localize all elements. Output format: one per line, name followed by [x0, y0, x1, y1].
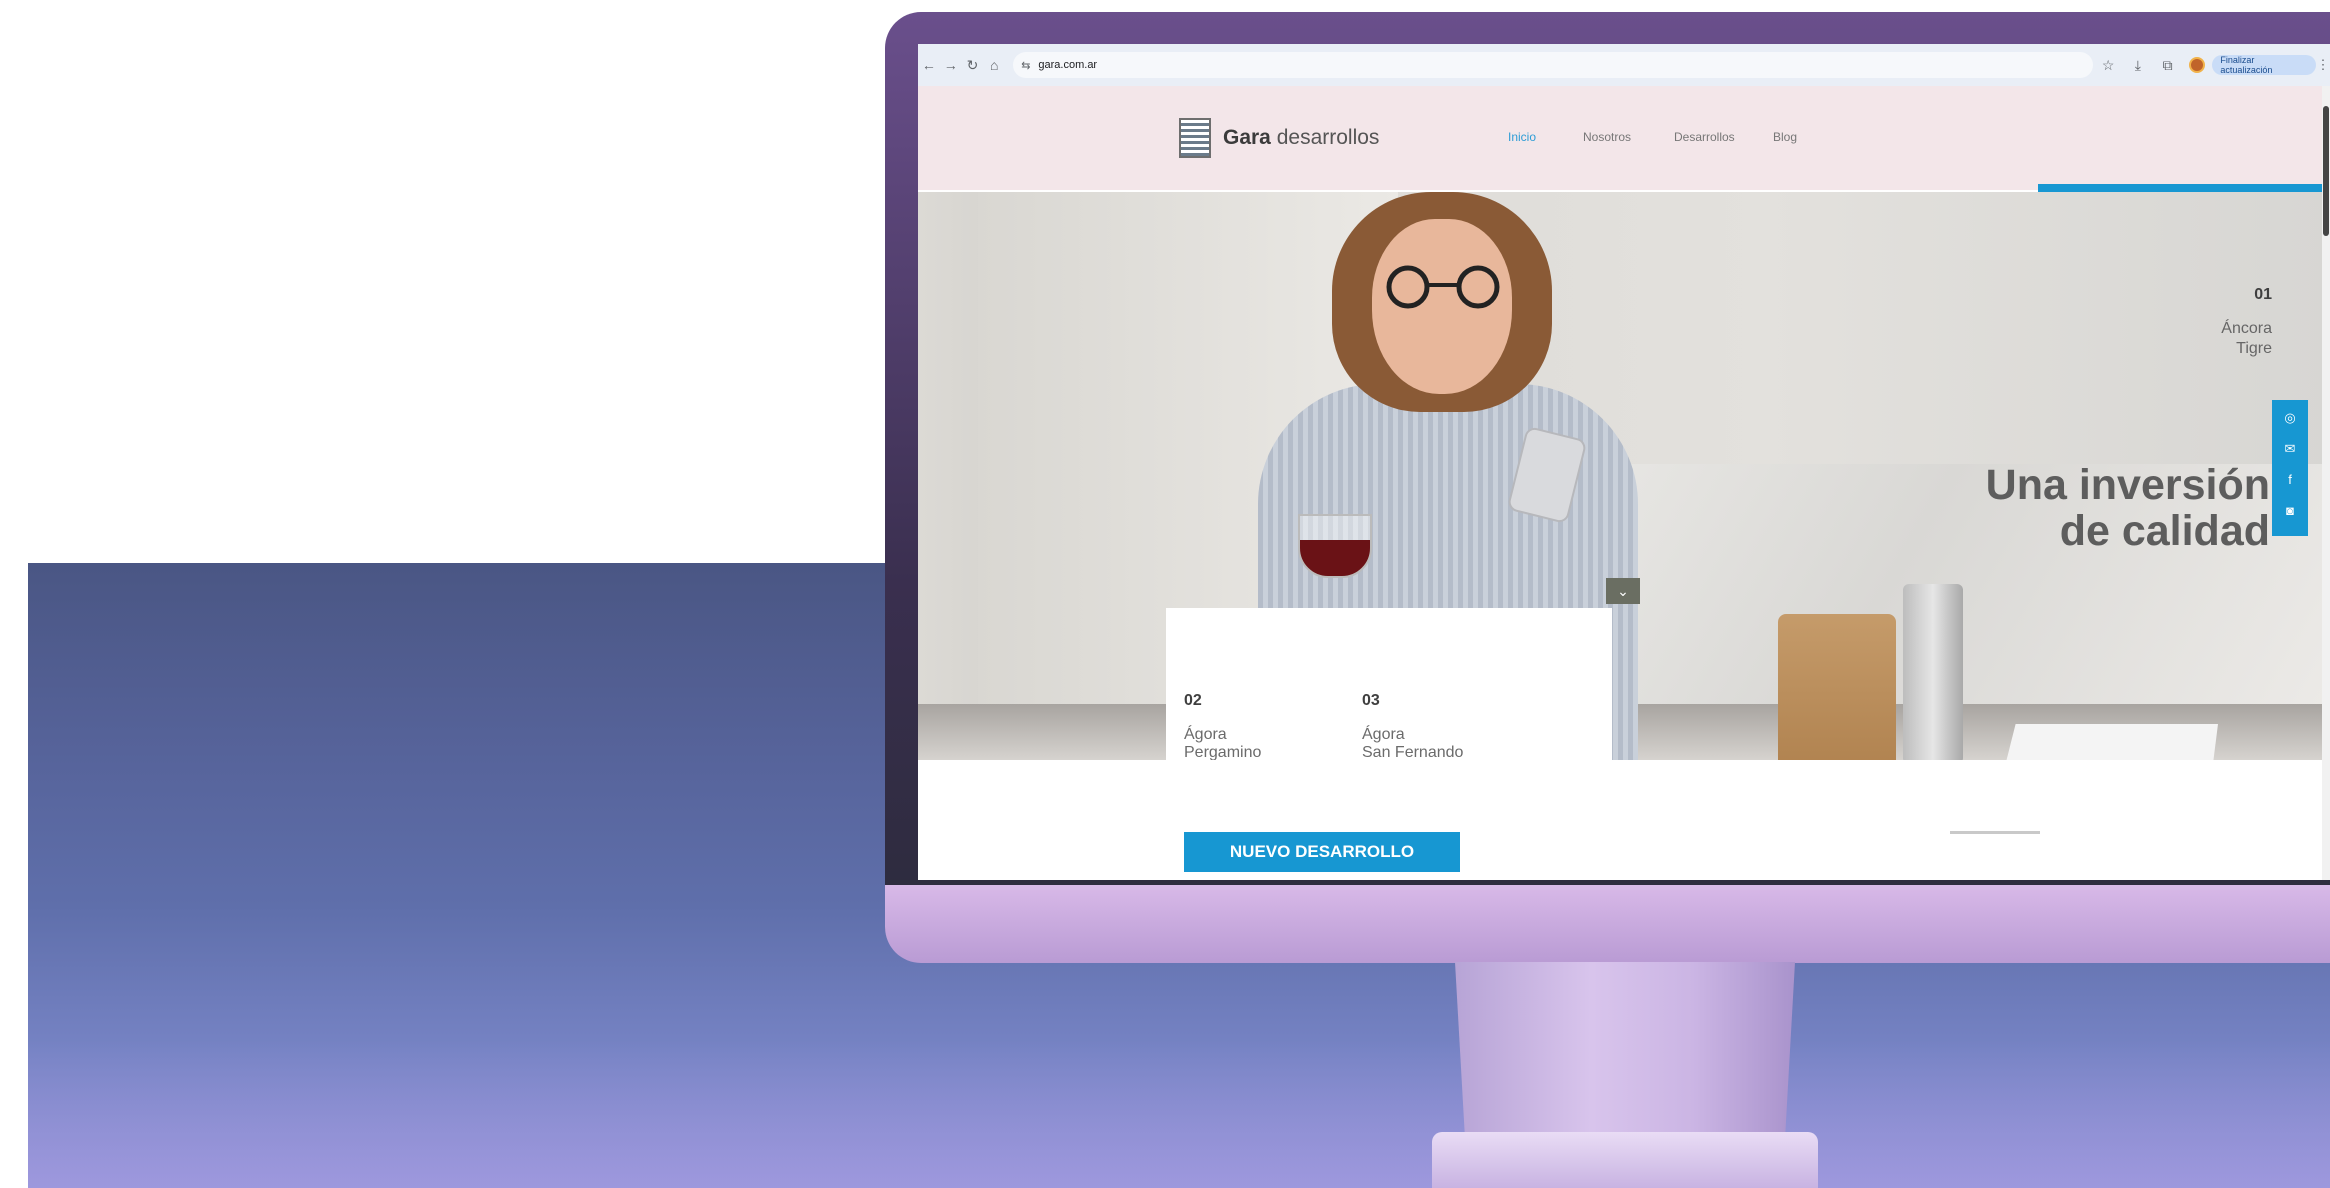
logo-light: desarrollos: [1270, 126, 1380, 149]
logo-bold: Gara: [1223, 126, 1271, 149]
update-button[interactable]: Finalizar actualización: [2212, 55, 2317, 75]
nav-item-desarrollos[interactable]: Desarrollos: [1674, 130, 1735, 144]
instagram-icon[interactable]: ◙: [2272, 497, 2308, 524]
glasses-icon: [1386, 265, 1500, 309]
profile-avatar[interactable]: [2189, 57, 2206, 73]
hero-title-line1: Una inversión: [1985, 461, 2270, 509]
download-icon[interactable]: ⤓: [2123, 57, 2153, 74]
mail-icon[interactable]: ✉: [2272, 435, 2308, 462]
nav-item-blog[interactable]: Blog: [1773, 130, 1797, 144]
forward-arrow-icon[interactable]: →: [940, 57, 962, 73]
home-icon[interactable]: ⌂: [983, 57, 1005, 73]
reload-icon[interactable]: ↻: [962, 57, 984, 74]
browser-toolbar: ← → ↻ ⌂ ⇆ gara.com.ar ☆ ⤓ ⧉ Finalizar ac…: [918, 44, 2330, 86]
logo[interactable]: Gara desarrollos: [1223, 126, 1379, 150]
slide-name[interactable]: Áncora: [2221, 320, 2272, 338]
hero-title: Una inversión de calidad: [1986, 462, 2270, 554]
logo-icon[interactable]: [1179, 118, 1211, 158]
kebab-menu-icon[interactable]: ⋮: [2316, 57, 2330, 73]
slide-location[interactable]: Tigre: [2236, 340, 2272, 358]
address-bar[interactable]: ⇆ gara.com.ar: [1013, 52, 2094, 78]
content-section: [918, 760, 2330, 880]
site-settings-icon[interactable]: ⇆: [1021, 59, 1030, 72]
desk-surface: [28, 1040, 2330, 1188]
nav-item-inicio[interactable]: Inicio: [1508, 130, 1536, 144]
extension-icon[interactable]: ⧉: [2153, 57, 2183, 74]
scrollbar-thumb[interactable]: [2323, 106, 2329, 236]
project-number: 03: [1362, 692, 1380, 709]
header-accent-line: [2038, 184, 2330, 192]
social-bar: ◎ ✉ f ◙: [2272, 400, 2308, 536]
slider-indicator: [1950, 831, 2040, 834]
facebook-icon[interactable]: f: [2272, 466, 2308, 493]
cutting-board: [1778, 614, 1896, 772]
back-arrow-icon[interactable]: ←: [918, 57, 940, 73]
monitor-chin: [885, 885, 2330, 963]
star-icon[interactable]: ☆: [2093, 57, 2123, 74]
project-name[interactable]: Ágora: [1184, 726, 1227, 744]
screen: ← → ↻ ⌂ ⇆ gara.com.ar ☆ ⤓ ⧉ Finalizar ac…: [918, 44, 2330, 880]
project-number: 02: [1184, 692, 1202, 709]
nav-item-nosotros[interactable]: Nosotros: [1583, 130, 1631, 144]
kitchen-jars: [1903, 584, 1963, 764]
chevron-down-icon[interactable]: ⌄: [1606, 578, 1640, 604]
projects-card: 02 Ágora Pergamino 03 Ágora San Fernando: [1166, 608, 1612, 774]
whatsapp-icon[interactable]: ◎: [2272, 404, 2308, 431]
new-development-button[interactable]: NUEVO DESARROLLO: [1184, 832, 1460, 872]
monitor-stand: [1455, 962, 1795, 1142]
monitor-stand-base: [1432, 1132, 1818, 1188]
tea-glass: [1298, 514, 1372, 578]
project-name[interactable]: Ágora: [1362, 726, 1405, 744]
hero-title-line2: de calidad: [2059, 507, 2270, 555]
url-text: gara.com.ar: [1038, 59, 1098, 71]
slide-number: 01: [2254, 286, 2272, 303]
